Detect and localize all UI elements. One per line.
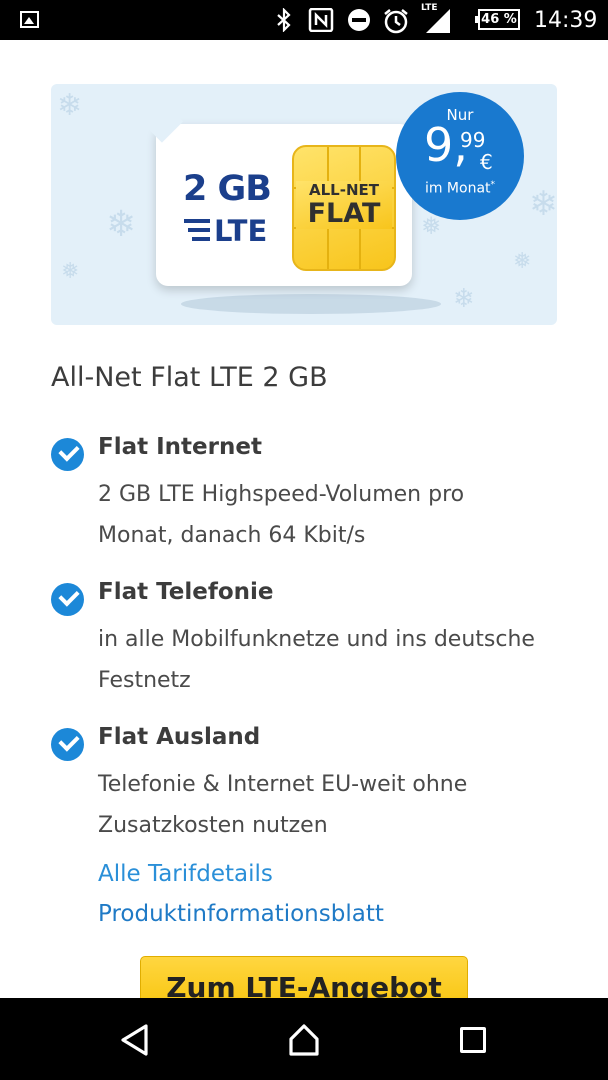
check-icon (51, 583, 84, 616)
chip-label-allnet: ALL-NET (309, 181, 379, 199)
snowflake-icon: ❄ (57, 88, 83, 123)
sim-chip: ALL-NET FLAT (292, 145, 396, 271)
feature-description: 2 GB LTE Highspeed-Volumen pro Monat, da… (98, 482, 465, 548)
check-icon (51, 438, 84, 471)
tariff-title: All-Net Flat LTE 2 GB (51, 362, 328, 393)
sim-data-volume: 2 GB (183, 169, 272, 209)
product-info-sheet-link[interactable]: Produktinformationsblatt (98, 901, 384, 927)
feature-title: Flat Internet (98, 434, 262, 460)
battery-level: 46 % (481, 12, 517, 27)
price-footnote: * (490, 180, 496, 190)
feature-title: Flat Telefonie (98, 579, 274, 605)
check-icon (51, 728, 84, 761)
speed-lines-icon (184, 219, 210, 246)
recent-apps-icon[interactable] (460, 1027, 486, 1053)
feature-title: Flat Ausland (98, 724, 261, 750)
status-bar: LTE 46 % 14:39 (0, 0, 608, 40)
snowflake-icon: ❅ (61, 259, 80, 284)
alarm-icon (384, 9, 408, 34)
feature-description: in alle Mobilfunknetze und ins deutsche … (98, 627, 535, 693)
tariff-details-link[interactable]: Alle Tarifdetails (98, 861, 273, 887)
sim-lte-label: LTE (214, 214, 268, 248)
sim-card: 2 GB LTE ALL-NET FLAT (156, 124, 412, 286)
price-period: im Monat* (396, 180, 524, 197)
snowflake-icon: ❄ (453, 284, 475, 314)
price-period-text: im Monat (424, 180, 491, 197)
price-decimals: 99 (460, 128, 486, 152)
snowflake-icon: ❄ (529, 184, 557, 224)
price-currency: € (480, 150, 493, 174)
snowflake-icon: ❅ (513, 249, 532, 274)
clock: 14:39 (534, 8, 598, 33)
sim-shadow (181, 294, 441, 314)
navigation-bar (0, 998, 608, 1080)
price-badge: Nur 9, 99 € im Monat* (396, 92, 524, 220)
gallery-icon (20, 11, 39, 28)
chip-label-flat: FLAT (307, 198, 381, 229)
battery-icon: 46 % (475, 9, 520, 30)
home-icon[interactable] (288, 1022, 320, 1058)
back-icon[interactable] (118, 1022, 152, 1058)
tariff-banner[interactable]: ❄ ❄ ❅ ❅ ❄ ❄ ❅ 2 GB LTE ALL-NET FLAT Nur … (51, 84, 557, 325)
signal-icon (426, 9, 450, 33)
do-not-disturb-icon (348, 9, 370, 31)
snowflake-icon: ❄ (106, 204, 137, 245)
feature-description: Telefonie & Internet EU-weit ohne Zusatz… (98, 772, 468, 838)
nfc-icon (308, 8, 334, 32)
bluetooth-icon (277, 8, 291, 32)
